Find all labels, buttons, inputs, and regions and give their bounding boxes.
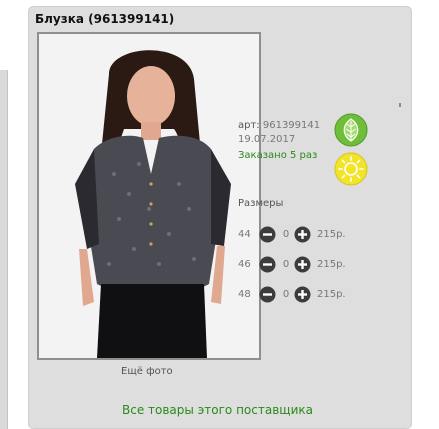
plus-circle-icon[interactable]	[294, 226, 311, 243]
article-value: 961399141	[262, 120, 321, 131]
minus-circle-icon[interactable]	[259, 286, 276, 303]
plus-circle-icon[interactable]	[294, 286, 311, 303]
minus-circle-icon[interactable]	[259, 226, 276, 243]
size-quantity: 0	[282, 229, 290, 240]
size-value: 48	[238, 289, 251, 300]
product-photo[interactable]	[37, 32, 261, 360]
product-date: 19.07.2017	[238, 134, 296, 145]
article-label: арт:	[238, 120, 260, 131]
size-value: 44	[238, 229, 251, 240]
plus-circle-icon[interactable]	[294, 256, 311, 273]
size-price: 215р.	[317, 289, 346, 300]
minus-circle-icon[interactable]	[259, 256, 276, 273]
size-price: 215р.	[317, 259, 346, 270]
ordered-count: Заказано 5 раз	[238, 150, 318, 161]
product-card: Блузка (961399141) Ещё фото Все товары э…	[28, 6, 412, 429]
left-panel-edge	[0, 70, 8, 429]
sizes-title: Размеры	[238, 198, 284, 209]
article-row: арт: 961399141	[238, 120, 320, 131]
supplier-products-link[interactable]: Все товары этого поставщика	[122, 403, 313, 417]
product-title: Блузка (961399141)	[35, 12, 175, 26]
more-photos-link[interactable]: Ещё фото	[121, 366, 173, 377]
size-quantity: 0	[282, 289, 290, 300]
size-price: 215р.	[317, 229, 346, 240]
tick-mark	[399, 103, 401, 107]
leaf-icon	[334, 113, 368, 147]
sun-icon	[334, 152, 368, 186]
size-quantity: 0	[282, 259, 290, 270]
size-value: 46	[238, 259, 251, 270]
blouse-photo-image	[39, 34, 259, 358]
